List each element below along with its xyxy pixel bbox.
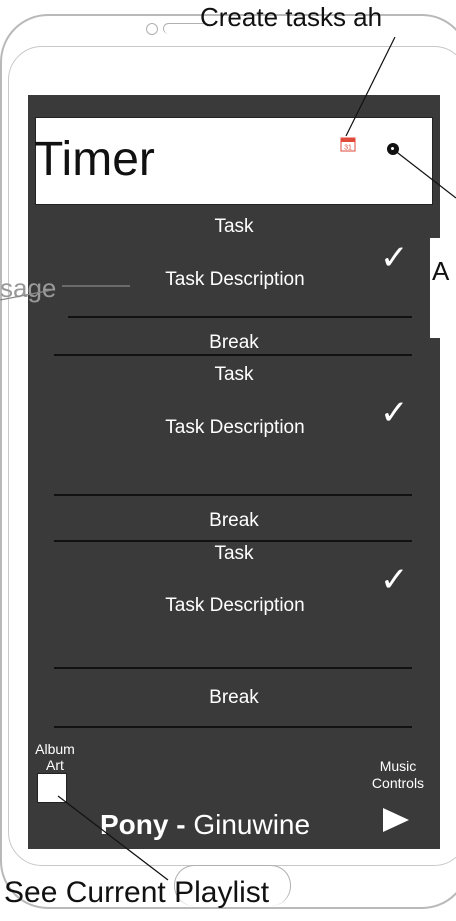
divider <box>54 494 412 496</box>
album-art-label: Album Art <box>30 741 80 773</box>
calendar-icon[interactable]: 31 <box>340 136 356 152</box>
break-label: Break <box>209 687 259 708</box>
divider <box>68 316 412 318</box>
calendar-day: 31 <box>344 145 352 152</box>
annotation-add: A <box>432 256 450 286</box>
break-label: Break <box>209 510 259 531</box>
checkmark-icon[interactable]: ✓ <box>380 393 409 433</box>
song-title: Pony - <box>100 809 194 840</box>
play-icon[interactable] <box>383 808 409 832</box>
camera-icon <box>146 23 158 35</box>
album-label-line2: Art <box>46 757 64 774</box>
divider <box>54 726 412 728</box>
artist-name: Ginuwine <box>193 809 311 840</box>
album-label-line1: Album <box>35 741 75 757</box>
annotation-box <box>430 238 456 338</box>
music-controls-label: Music Controls <box>362 758 434 792</box>
add-task-icon[interactable] <box>387 143 399 155</box>
checkmark-icon[interactable]: ✓ <box>380 238 409 278</box>
break-label: Break <box>209 332 259 353</box>
music-controls-line2: Controls <box>371 774 425 791</box>
task-description[interactable]: Task Description <box>105 417 365 439</box>
task-description[interactable]: Task Description <box>105 595 365 617</box>
annotation-create-tasks: Create tasks ah <box>200 2 383 32</box>
screen <box>28 95 440 849</box>
task-label: Task <box>214 543 254 564</box>
music-controls-line1: Music <box>379 758 417 774</box>
task-description[interactable]: Task Description <box>105 269 365 291</box>
task-label: Task <box>214 216 254 237</box>
divider <box>54 354 412 356</box>
divider <box>54 540 412 542</box>
annotation-message: sage <box>0 273 57 303</box>
now-playing[interactable]: Pony - Ginuwine <box>100 809 310 841</box>
divider <box>54 667 412 669</box>
album-art[interactable] <box>37 773 67 803</box>
annotation-see-playlist: See Current Playlist <box>4 876 270 909</box>
checkmark-icon[interactable]: ✓ <box>380 560 409 600</box>
page-title: Timer <box>34 133 155 186</box>
task-label: Task <box>214 364 254 385</box>
